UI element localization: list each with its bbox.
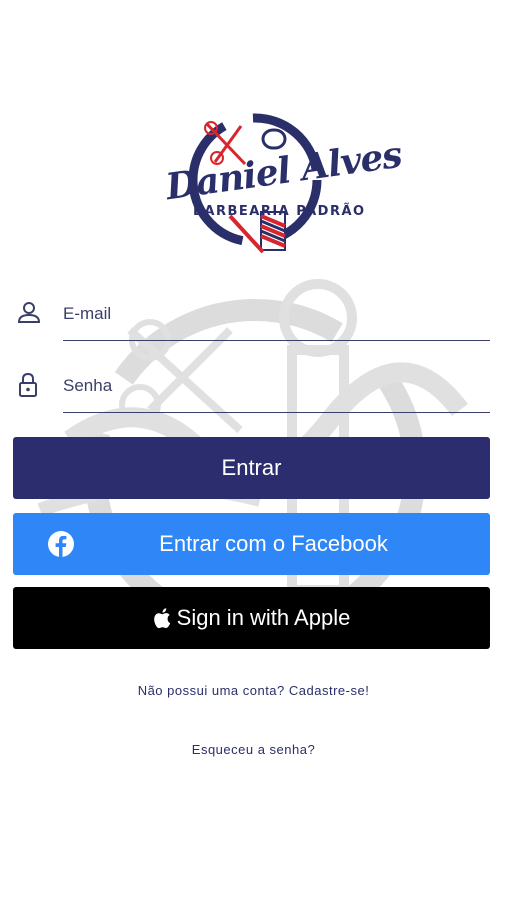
email-placeholder: E-mail xyxy=(63,304,112,323)
email-underline xyxy=(63,340,490,341)
forgot-password-link[interactable]: Esqueceu a senha? xyxy=(0,742,507,757)
brand-logo: Daniel Alves BARBEARIA PADRÃO xyxy=(155,112,404,262)
logo-subtitle: BARBEARIA PADRÃO xyxy=(193,204,366,219)
facebook-login-button[interactable]: Entrar com o Facebook xyxy=(13,513,490,575)
login-button[interactable]: Entrar xyxy=(13,437,490,499)
password-underline xyxy=(63,412,490,413)
email-field[interactable]: E-mail xyxy=(0,300,507,360)
login-screen: Daniel Alves BARBEARIA PADRÃO E-mail Sen… xyxy=(0,0,507,900)
apple-button-label: Sign in with Apple xyxy=(176,605,351,630)
password-field[interactable]: Senha xyxy=(0,372,507,432)
facebook-button-label: Entrar com o Facebook xyxy=(159,531,388,556)
lock-icon xyxy=(19,372,37,397)
apple-signin-button[interactable]: Sign in with Apple xyxy=(13,587,490,649)
person-icon xyxy=(17,302,41,323)
password-placeholder: Senha xyxy=(63,376,113,395)
facebook-icon xyxy=(48,531,74,557)
apple-icon xyxy=(153,608,170,629)
login-button-label: Entrar xyxy=(221,455,282,480)
signup-link[interactable]: Não possui uma conta? Cadastre-se! xyxy=(0,683,507,698)
